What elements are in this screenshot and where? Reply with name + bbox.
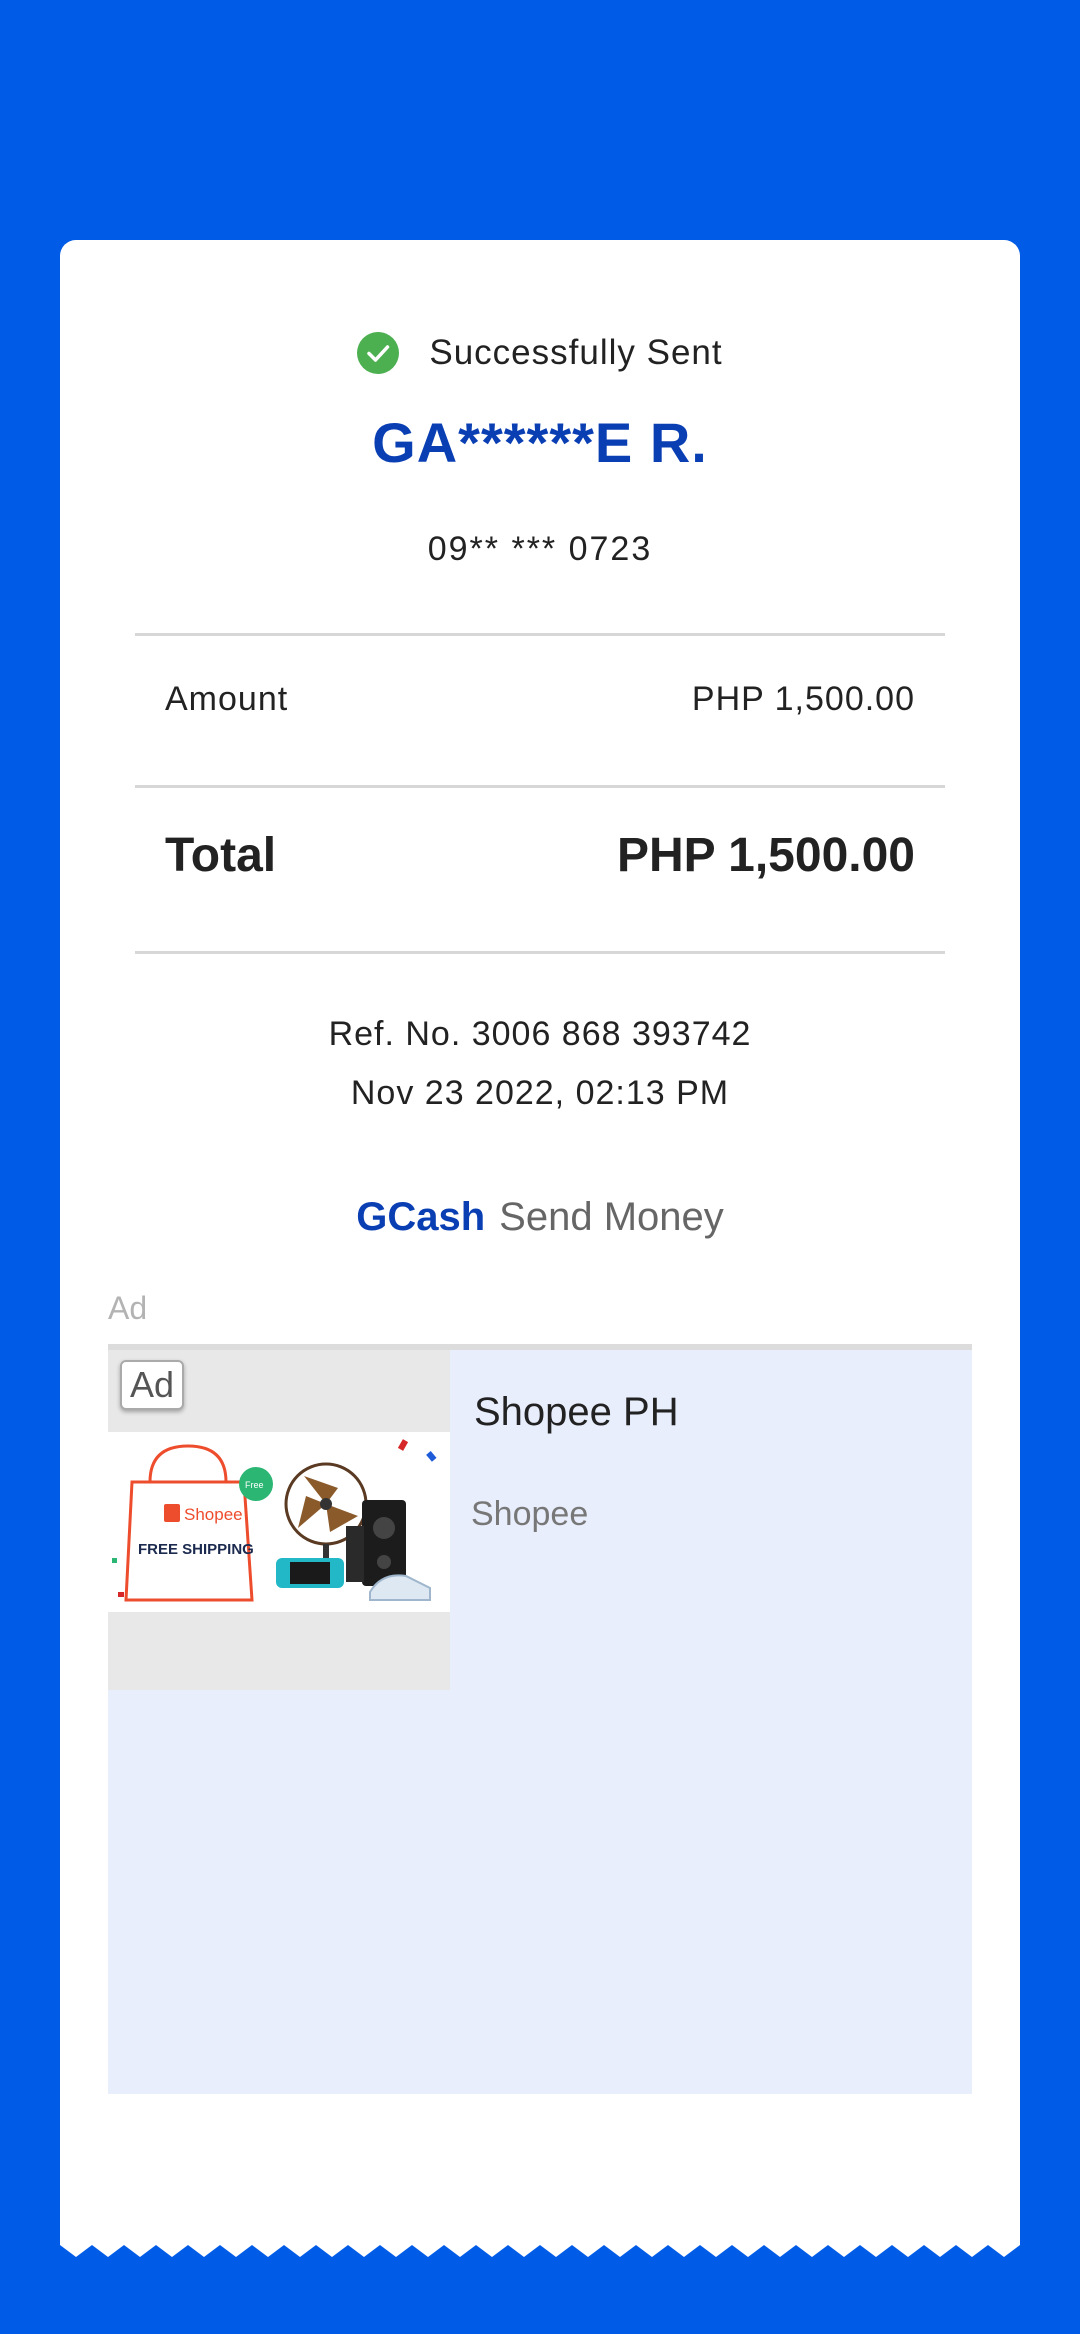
ad-caption: Ad [108, 1290, 148, 1326]
status-row: Successfully Sent [60, 332, 1020, 374]
recipient-phone: 09** *** 0723 [427, 530, 653, 568]
service-name: Send Money [499, 1195, 724, 1239]
total-label: Total [165, 829, 277, 882]
divider [135, 633, 945, 636]
amount-label: Amount [165, 680, 289, 718]
ad-badge: Ad [120, 1360, 185, 1410]
receipt-card: Successfully Sent GA******E R. 09** *** … [60, 240, 1020, 2245]
shopee-ad-image: Shopee FREE SHIPPING Free [108, 1432, 450, 1612]
divider [135, 951, 945, 954]
ad-card[interactable]: Shopee FREE SHIPPING Free Ad Shopee PH S… [108, 1344, 972, 2094]
total-row: Total PHP 1,500.00 [165, 828, 915, 883]
status-text: Successfully Sent [429, 333, 723, 372]
ad-advertiser: Shopee [471, 1495, 589, 1533]
check-circle-icon [357, 332, 400, 374]
amount-value: PHP 1,500.00 [691, 680, 915, 718]
gcash-logo: GCash [356, 1195, 486, 1239]
divider [135, 785, 945, 788]
brand-row: GCash Send Money [60, 1195, 1020, 1240]
ad-image-tagline: FREE SHIPPING [138, 1541, 254, 1558]
ad-title[interactable]: Shopee PH [474, 1390, 679, 1435]
recipient-name: GA******E R. [372, 411, 708, 474]
total-value: PHP 1,500.00 [616, 829, 915, 882]
ad-image-brand: Shopee [184, 1505, 243, 1524]
transaction-date: Nov 23 2022, 02:13 PM [350, 1074, 730, 1112]
amount-row: Amount PHP 1,500.00 [165, 680, 915, 719]
receipt-zigzag-edge [60, 2235, 1020, 2257]
ad-image[interactable]: Shopee FREE SHIPPING Free Ad [108, 1350, 450, 1690]
reference-number: Ref. No. 3006 868 393742 [328, 1015, 752, 1053]
ad-image-truck-label: Free [245, 1480, 264, 1490]
